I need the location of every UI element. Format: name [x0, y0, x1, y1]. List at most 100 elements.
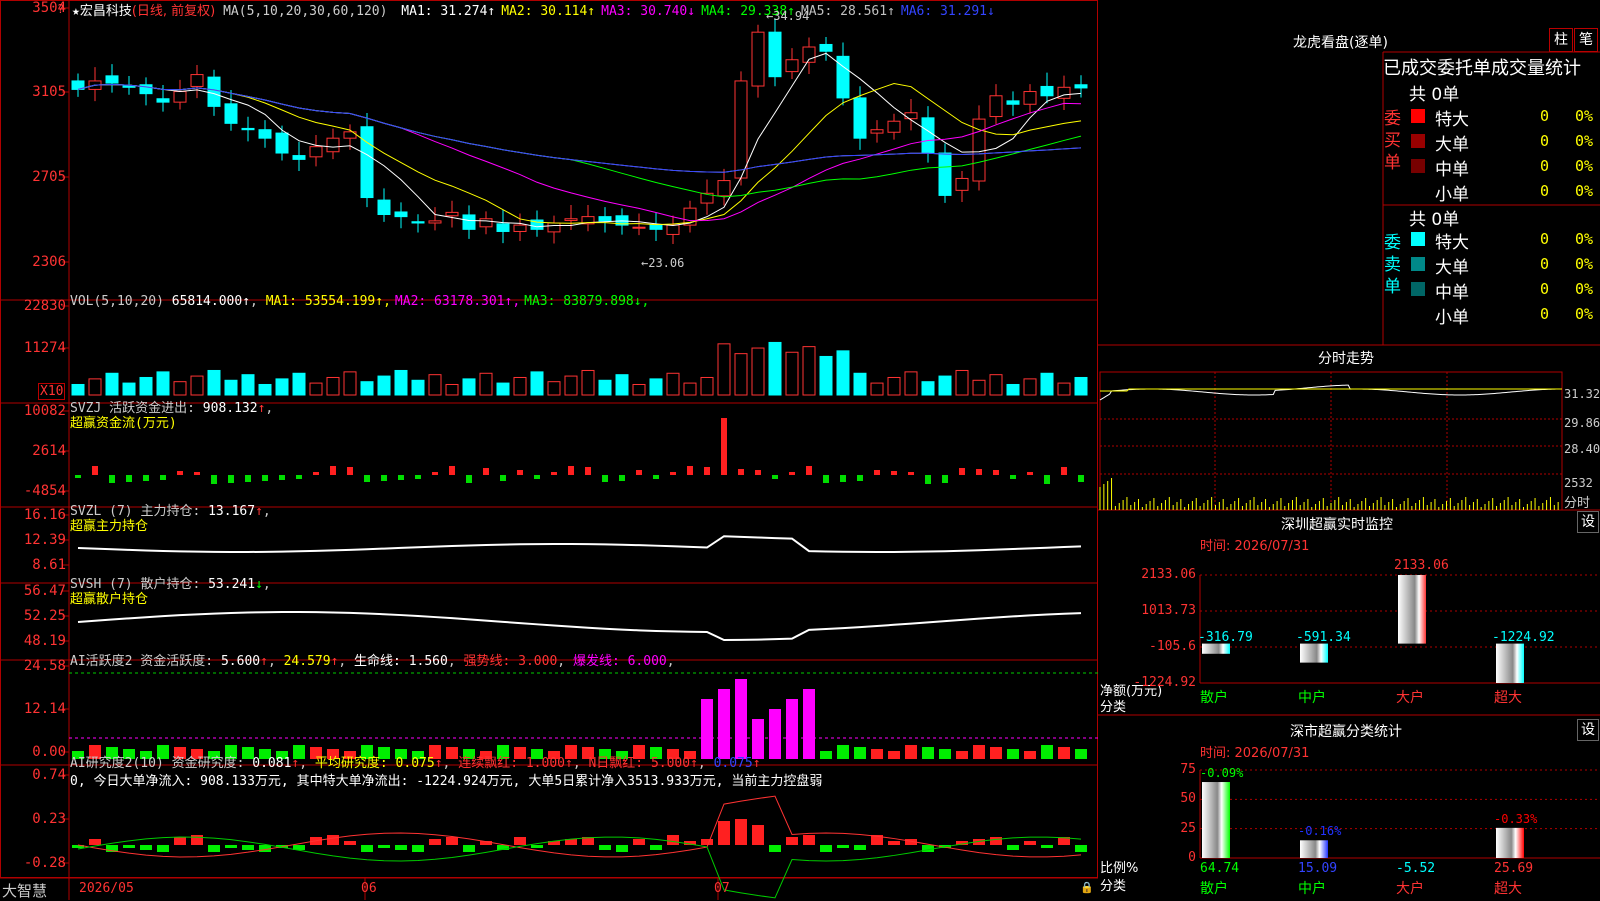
- fund-flow-bar: [245, 475, 251, 482]
- candle-body: [462, 214, 476, 230]
- minute-axis-2: 29.86: [1564, 416, 1600, 430]
- fund-flow-bar: [585, 467, 591, 475]
- research-bar: [888, 841, 900, 845]
- candle-body: [1006, 100, 1020, 105]
- volume-bar: [921, 381, 935, 396]
- vol-header: VOL(5,10,20) 65814.000↑, MA1: 53554.199↑…: [70, 294, 653, 309]
- cls-axis-label: 0: [1188, 850, 1196, 865]
- ma-value-2: MA2: 30.114↑: [501, 4, 596, 19]
- y-axis-label-svsh-1: 52.25: [23, 608, 66, 624]
- fund-flow-bar: [755, 470, 761, 475]
- sell-row-label: 大单: [1435, 258, 1469, 278]
- fund-flow-bar: [823, 475, 829, 483]
- ma-value-1: MA1: 31.274↑: [401, 4, 496, 19]
- volume-bar: [1023, 378, 1037, 396]
- fund-flow-bar: [840, 475, 846, 482]
- volume-bar: [887, 376, 901, 396]
- sell-row-label: 小单: [1435, 308, 1469, 328]
- sz-settings-button[interactable]: 设: [1577, 511, 1599, 533]
- volume-bar: [445, 383, 459, 396]
- volume-bar: [581, 369, 595, 396]
- y-axis-label-svzl-0: 16.16: [23, 507, 66, 523]
- sz-cat: 分类: [1100, 700, 1127, 715]
- research-bar: [786, 837, 798, 845]
- sz-monitor-title: 深圳超赢实时监控: [1281, 517, 1393, 533]
- fund-flow-bar: [891, 471, 897, 475]
- sell-side-label: 委卖单: [1384, 233, 1401, 297]
- fund-flow-bar: [704, 467, 710, 475]
- candle-body: [632, 226, 646, 229]
- fund-flow-bar: [109, 475, 115, 483]
- star-icon[interactable]: ★: [72, 4, 80, 19]
- research-bar: [837, 845, 849, 848]
- volume-bar: [156, 371, 170, 396]
- vol-ma-value-3: MA3: 83879.898↓,: [524, 294, 650, 309]
- volume-bar: [700, 376, 714, 396]
- y-axis-label-svzl-1: 12.39: [23, 532, 66, 548]
- candle-body: [360, 126, 374, 199]
- research-bar: [667, 835, 679, 845]
- ai2-last: 0.075: [713, 756, 753, 771]
- research-bar: [990, 837, 1002, 845]
- cls-bar-label: 中户: [1298, 881, 1326, 897]
- buy-row-label: 大单: [1435, 135, 1469, 155]
- volume-bar: [428, 374, 442, 396]
- cls-bar-label: 超大: [1494, 881, 1522, 897]
- svzj-sub: 超赢资金流(万元): [70, 416, 177, 431]
- cls-bar-label: 大户: [1396, 881, 1424, 897]
- fund-flow-bar: [228, 475, 234, 483]
- ai2-label: AI研究度2(10) 资金研究度:: [70, 756, 245, 771]
- research-bar: [361, 845, 373, 852]
- candle-body: [258, 129, 272, 139]
- ai1-value: 5.600: [220, 654, 261, 669]
- minute-axis-4: 2532: [1564, 476, 1593, 490]
- sz-bar-大户: [1398, 575, 1426, 644]
- cls-settings-button[interactable]: 设: [1577, 719, 1599, 741]
- candle-body: [768, 31, 782, 78]
- research-bar: [718, 821, 730, 845]
- volume-bar: [836, 350, 850, 396]
- research-bar: [395, 845, 407, 850]
- y-axis-label-svzj-1: 2614: [32, 443, 66, 459]
- cls-bar-pct: -0.16%: [1298, 824, 1342, 839]
- high-marker: ←34.94: [766, 9, 810, 24]
- candle-body: [156, 98, 170, 103]
- bar-mode-button[interactable]: 柱: [1549, 28, 1573, 52]
- fund-flow-bar: [194, 472, 200, 475]
- cls-axis-label: 75: [1180, 762, 1196, 777]
- candle-body: [326, 137, 340, 153]
- candle-body: [564, 218, 578, 221]
- sz-bar-label: 散户: [1200, 690, 1228, 706]
- candle-body: [275, 132, 289, 154]
- y-axis-label-ai1-0: 24.58: [23, 658, 66, 674]
- cls-stat-title: 深市超赢分类统计: [1290, 724, 1402, 740]
- candle-body: [105, 75, 119, 84]
- volume-bar: [258, 383, 272, 396]
- research-bar: [803, 835, 815, 845]
- lock-icon[interactable]: 🔒: [1080, 881, 1094, 894]
- ma-value-6: MA6: 31.291↓: [900, 4, 995, 19]
- research-bar: [1041, 845, 1053, 848]
- sell-row-pct: 0%: [1575, 255, 1594, 273]
- period-label[interactable]: (日线, 前复权): [132, 4, 215, 19]
- tick-mode-button[interactable]: 笔: [1574, 28, 1598, 52]
- fund-flow-bar: [500, 475, 506, 481]
- vol-ma-values: MA1: 53554.199↑, MA2: 63178.301↑, MA3: 838…: [266, 294, 654, 309]
- cls-bar-pct: -0.09%: [1200, 766, 1244, 781]
- sz-bar-label: 超大: [1494, 690, 1522, 706]
- volume-bar: [241, 374, 255, 396]
- ai1-v2: 24.579: [283, 654, 331, 669]
- volume-bar: [666, 372, 680, 396]
- candle-body: [394, 211, 408, 218]
- fund-flow-bar: [92, 466, 98, 475]
- fund-flow-bar: [993, 470, 999, 475]
- candle-body: [666, 224, 680, 235]
- fund-flow-bar: [364, 475, 370, 482]
- fund-flow-bar: [738, 469, 744, 475]
- sell-row-value: 0: [1540, 280, 1550, 298]
- buy-row-value: 0: [1540, 182, 1550, 200]
- buy-row-value: 0: [1540, 132, 1550, 150]
- svzl-sub: 超赢主力持仓: [70, 519, 149, 534]
- fund-flow-bar: [857, 475, 863, 481]
- volume-bar: [173, 381, 187, 396]
